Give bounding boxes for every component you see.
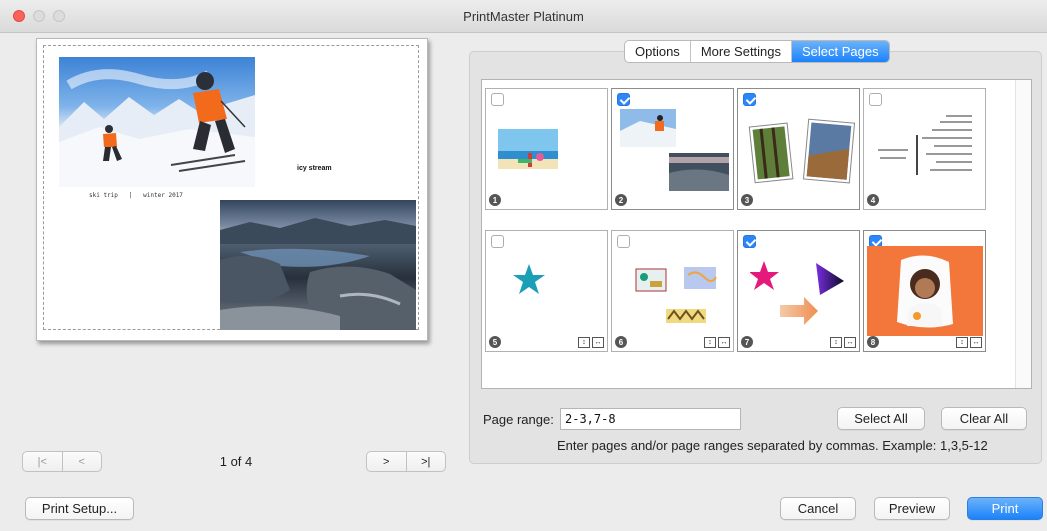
fit-width-icon[interactable]: ↔: [844, 337, 856, 348]
ski-caption: ski trip | winter 2017: [89, 192, 183, 199]
settings-tabs: Options More Settings Select Pages: [624, 40, 890, 63]
ski-photo: [59, 57, 255, 187]
page-thumbnail-8[interactable]: 8 ↕ ↔: [863, 230, 986, 352]
page-range-hint: Enter pages and/or page ranges separated…: [557, 438, 988, 453]
print-preview-page: ski trip | winter 2017 icy stream: [36, 38, 428, 341]
fit-height-icon[interactable]: ↕: [578, 337, 590, 348]
page-number-badge: 2: [615, 194, 627, 206]
page-checkbox-7[interactable]: [743, 235, 756, 248]
fit-controls: ↕ ↔: [830, 337, 856, 348]
page-number-badge: 4: [867, 194, 879, 206]
teal-star-icon: [513, 264, 545, 294]
clipart-collage-image: [635, 267, 717, 323]
fit-controls: ↕ ↔: [704, 337, 730, 348]
clear-all-button[interactable]: Clear All: [941, 407, 1027, 430]
window-title: PrintMaster Platinum: [463, 9, 584, 24]
page-checkbox-5[interactable]: [491, 235, 504, 248]
preview-back-navigation: |< <: [22, 451, 102, 472]
page-checkbox-3[interactable]: [743, 93, 756, 106]
page-range-input[interactable]: [560, 408, 741, 430]
page-thumbnail-3[interactable]: 3: [737, 88, 860, 210]
fit-height-icon[interactable]: ↕: [956, 337, 968, 348]
tab-more-settings[interactable]: More Settings: [689, 41, 791, 62]
stream-caption: icy stream: [297, 165, 332, 172]
tab-options[interactable]: Options: [625, 41, 690, 62]
page-checkbox-1[interactable]: [491, 93, 504, 106]
page-thumbnail-6[interactable]: 6 ↕ ↔: [611, 230, 734, 352]
page-thumbnail-4[interactable]: 4: [863, 88, 986, 210]
page-number-badge: 8: [867, 336, 879, 348]
page-indicator: 1 of 4: [219, 454, 253, 469]
preview-button[interactable]: Preview: [874, 497, 950, 520]
previous-page-button[interactable]: <: [61, 452, 102, 471]
select-all-button[interactable]: Select All: [837, 407, 925, 430]
page-thumbnail-7[interactable]: 7 ↕ ↔: [737, 230, 860, 352]
page-thumbnail-5[interactable]: 5 ↕ ↔: [485, 230, 608, 352]
beach-image: [498, 129, 558, 169]
page-number-badge: 5: [489, 336, 501, 348]
first-page-button[interactable]: |<: [23, 452, 62, 471]
title-bar: PrintMaster Platinum: [0, 0, 1047, 33]
page-checkbox-4[interactable]: [869, 93, 882, 106]
tab-select-pages[interactable]: Select Pages: [791, 41, 889, 62]
fit-width-icon[interactable]: ↔: [718, 337, 730, 348]
page-number-badge: 3: [741, 194, 753, 206]
page-number-badge: 6: [615, 336, 627, 348]
ski-thumbnail-image: [620, 109, 676, 147]
page-range-label: Page range:: [483, 412, 554, 427]
page-checkbox-6[interactable]: [617, 235, 630, 248]
fit-controls: ↕ ↔: [578, 337, 604, 348]
fit-width-icon[interactable]: ↔: [970, 337, 982, 348]
print-setup-button[interactable]: Print Setup...: [25, 497, 134, 520]
thumbnail-scrollbar[interactable]: [1015, 80, 1031, 388]
fit-controls: ↕ ↔: [956, 337, 982, 348]
page-thumbnail-2[interactable]: 2: [611, 88, 734, 210]
fit-width-icon[interactable]: ↔: [592, 337, 604, 348]
print-button[interactable]: Print: [967, 497, 1043, 520]
last-page-button[interactable]: >|: [405, 452, 446, 471]
forest-photos-image: [748, 118, 856, 184]
preview-forward-navigation: > >|: [366, 451, 446, 472]
fit-height-icon[interactable]: ↕: [830, 337, 842, 348]
page-number-badge: 7: [741, 336, 753, 348]
stream-photo: [220, 200, 416, 330]
page-thumbnail-1[interactable]: 1: [485, 88, 608, 210]
page-number-badge: 1: [489, 194, 501, 206]
text-document-image: [878, 115, 972, 175]
page-checkbox-2[interactable]: [617, 93, 630, 106]
stream-thumbnail-image: [669, 153, 729, 191]
shapes-clipart-image: [750, 261, 844, 325]
next-page-button[interactable]: >: [367, 452, 406, 471]
cancel-button[interactable]: Cancel: [780, 497, 856, 520]
child-portrait-image: [867, 246, 983, 336]
fit-height-icon[interactable]: ↕: [704, 337, 716, 348]
